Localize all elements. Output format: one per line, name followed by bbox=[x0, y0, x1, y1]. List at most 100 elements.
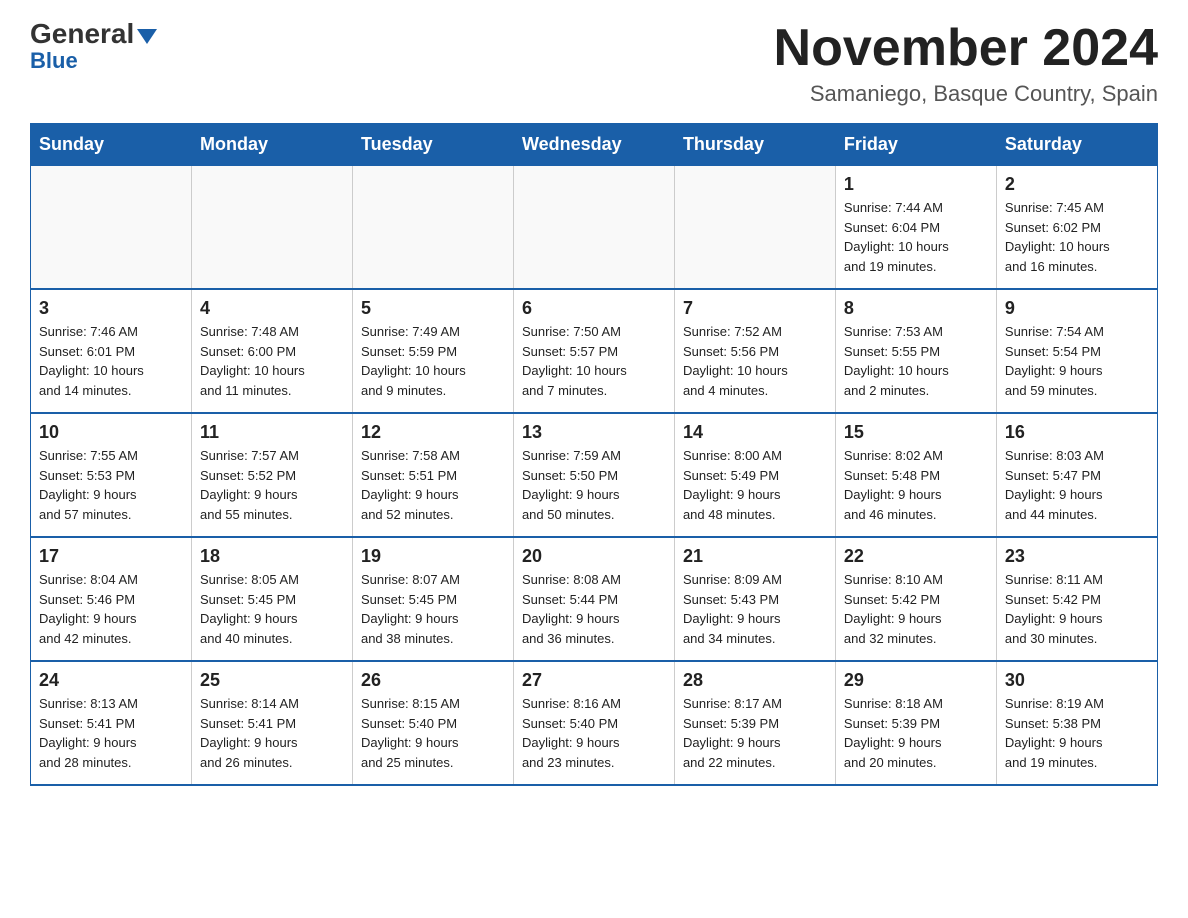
day-number: 18 bbox=[200, 546, 344, 567]
calendar-cell: 9 Sunrise: 7:54 AMSunset: 5:54 PMDaylight… bbox=[996, 289, 1157, 413]
day-info: Sunrise: 7:46 AMSunset: 6:01 PMDaylight:… bbox=[39, 322, 183, 400]
calendar-cell: 5Sunrise: 7:49 AMSunset: 5:59 PMDaylight… bbox=[352, 289, 513, 413]
calendar-cell: 17 Sunrise: 8:04 AMSunset: 5:46 PMDayligh… bbox=[31, 537, 192, 661]
day-number: 30 bbox=[1005, 670, 1149, 691]
day-info: Sunrise: 8:07 AMSunset: 5:45 PMDaylight:… bbox=[361, 570, 505, 648]
day-info: Sunrise: 7:54 AMSunset: 5:54 PMDaylight:… bbox=[1005, 322, 1149, 400]
day-number: 27 bbox=[522, 670, 666, 691]
calendar-cell: 2 Sunrise: 7:45 AMSunset: 6:02 PMDaylight… bbox=[996, 166, 1157, 290]
day-number: 26 bbox=[361, 670, 505, 691]
calendar-cell bbox=[352, 166, 513, 290]
calendar-cell: 27 Sunrise: 8:16 AMSunset: 5:40 PMDayligh… bbox=[513, 661, 674, 785]
calendar-cell bbox=[674, 166, 835, 290]
day-number: 24 bbox=[39, 670, 183, 691]
day-number: 6 bbox=[522, 298, 666, 319]
calendar-cell: 3 Sunrise: 7:46 AMSunset: 6:01 PMDaylight… bbox=[31, 289, 192, 413]
calendar-cell: 29 Sunrise: 8:18 AMSunset: 5:39 PMDayligh… bbox=[835, 661, 996, 785]
calendar-cell: 21Sunrise: 8:09 AMSunset: 5:43 PMDayligh… bbox=[674, 537, 835, 661]
day-info: Sunrise: 7:55 AMSunset: 5:53 PMDaylight:… bbox=[39, 446, 183, 524]
day-info: Sunrise: 8:19 AMSunset: 5:38 PMDaylight:… bbox=[1005, 694, 1149, 772]
calendar-week-2: 3 Sunrise: 7:46 AMSunset: 6:01 PMDaylight… bbox=[31, 289, 1158, 413]
day-number: 7 bbox=[683, 298, 827, 319]
day-number: 25 bbox=[200, 670, 344, 691]
day-number: 21 bbox=[683, 546, 827, 567]
calendar-cell: 18 Sunrise: 8:05 AMSunset: 5:45 PMDayligh… bbox=[191, 537, 352, 661]
calendar-cell: 26Sunrise: 8:15 AMSunset: 5:40 PMDayligh… bbox=[352, 661, 513, 785]
day-info: Sunrise: 7:50 AMSunset: 5:57 PMDaylight:… bbox=[522, 322, 666, 400]
day-info: Sunrise: 8:10 AMSunset: 5:42 PMDaylight:… bbox=[844, 570, 988, 648]
calendar-cell: 23 Sunrise: 8:11 AMSunset: 5:42 PMDayligh… bbox=[996, 537, 1157, 661]
day-info: Sunrise: 7:45 AMSunset: 6:02 PMDaylight:… bbox=[1005, 198, 1149, 276]
day-info: Sunrise: 8:14 AMSunset: 5:41 PMDaylight:… bbox=[200, 694, 344, 772]
day-header-friday: Friday bbox=[835, 124, 996, 166]
day-info: Sunrise: 7:52 AMSunset: 5:56 PMDaylight:… bbox=[683, 322, 827, 400]
logo-general: General bbox=[30, 20, 134, 48]
day-number: 3 bbox=[39, 298, 183, 319]
day-info: Sunrise: 8:04 AMSunset: 5:46 PMDaylight:… bbox=[39, 570, 183, 648]
day-number: 11 bbox=[200, 422, 344, 443]
day-info: Sunrise: 8:16 AMSunset: 5:40 PMDaylight:… bbox=[522, 694, 666, 772]
calendar-week-1: 1 Sunrise: 7:44 AMSunset: 6:04 PMDaylight… bbox=[31, 166, 1158, 290]
day-number: 22 bbox=[844, 546, 988, 567]
day-info: Sunrise: 7:59 AMSunset: 5:50 PMDaylight:… bbox=[522, 446, 666, 524]
calendar-body: 1 Sunrise: 7:44 AMSunset: 6:04 PMDaylight… bbox=[31, 166, 1158, 786]
day-info: Sunrise: 8:11 AMSunset: 5:42 PMDaylight:… bbox=[1005, 570, 1149, 648]
day-number: 2 bbox=[1005, 174, 1149, 195]
day-header-wednesday: Wednesday bbox=[513, 124, 674, 166]
logo-blue: Blue bbox=[30, 48, 78, 74]
title-block: November 2024 Samaniego, Basque Country,… bbox=[774, 20, 1158, 107]
logo-triangle-icon bbox=[137, 29, 157, 44]
day-info: Sunrise: 7:49 AMSunset: 5:59 PMDaylight:… bbox=[361, 322, 505, 400]
calendar-cell: 1 Sunrise: 7:44 AMSunset: 6:04 PMDaylight… bbox=[835, 166, 996, 290]
day-number: 19 bbox=[361, 546, 505, 567]
day-number: 8 bbox=[844, 298, 988, 319]
day-number: 1 bbox=[844, 174, 988, 195]
calendar-cell: 6 Sunrise: 7:50 AMSunset: 5:57 PMDaylight… bbox=[513, 289, 674, 413]
calendar-cell: 15Sunrise: 8:02 AMSunset: 5:48 PMDayligh… bbox=[835, 413, 996, 537]
day-info: Sunrise: 8:08 AMSunset: 5:44 PMDaylight:… bbox=[522, 570, 666, 648]
day-number: 4 bbox=[200, 298, 344, 319]
day-info: Sunrise: 8:17 AMSunset: 5:39 PMDaylight:… bbox=[683, 694, 827, 772]
calendar-cell: 10 Sunrise: 7:55 AMSunset: 5:53 PMDayligh… bbox=[31, 413, 192, 537]
calendar-week-5: 24Sunrise: 8:13 AMSunset: 5:41 PMDayligh… bbox=[31, 661, 1158, 785]
day-info: Sunrise: 7:57 AMSunset: 5:52 PMDaylight:… bbox=[200, 446, 344, 524]
day-header-saturday: Saturday bbox=[996, 124, 1157, 166]
day-info: Sunrise: 7:44 AMSunset: 6:04 PMDaylight:… bbox=[844, 198, 988, 276]
day-number: 12 bbox=[361, 422, 505, 443]
calendar-cell: 7 Sunrise: 7:52 AMSunset: 5:56 PMDaylight… bbox=[674, 289, 835, 413]
day-info: Sunrise: 8:03 AMSunset: 5:47 PMDaylight:… bbox=[1005, 446, 1149, 524]
day-info: Sunrise: 7:58 AMSunset: 5:51 PMDaylight:… bbox=[361, 446, 505, 524]
day-number: 23 bbox=[1005, 546, 1149, 567]
day-number: 9 bbox=[1005, 298, 1149, 319]
calendar-cell: 13Sunrise: 7:59 AMSunset: 5:50 PMDayligh… bbox=[513, 413, 674, 537]
month-title: November 2024 bbox=[774, 20, 1158, 77]
calendar-cell: 12 Sunrise: 7:58 AMSunset: 5:51 PMDayligh… bbox=[352, 413, 513, 537]
calendar-cell: 19 Sunrise: 8:07 AMSunset: 5:45 PMDayligh… bbox=[352, 537, 513, 661]
day-header-monday: Monday bbox=[191, 124, 352, 166]
day-number: 20 bbox=[522, 546, 666, 567]
day-number: 29 bbox=[844, 670, 988, 691]
day-info: Sunrise: 7:53 AMSunset: 5:55 PMDaylight:… bbox=[844, 322, 988, 400]
day-number: 16 bbox=[1005, 422, 1149, 443]
calendar-week-4: 17 Sunrise: 8:04 AMSunset: 5:46 PMDayligh… bbox=[31, 537, 1158, 661]
day-number: 10 bbox=[39, 422, 183, 443]
day-info: Sunrise: 8:02 AMSunset: 5:48 PMDaylight:… bbox=[844, 446, 988, 524]
calendar-cell: 11 Sunrise: 7:57 AMSunset: 5:52 PMDayligh… bbox=[191, 413, 352, 537]
calendar-cell: 28Sunrise: 8:17 AMSunset: 5:39 PMDayligh… bbox=[674, 661, 835, 785]
day-header-sunday: Sunday bbox=[31, 124, 192, 166]
calendar-cell bbox=[31, 166, 192, 290]
calendar-cell bbox=[191, 166, 352, 290]
calendar-cell: 30 Sunrise: 8:19 AMSunset: 5:38 PMDayligh… bbox=[996, 661, 1157, 785]
day-info: Sunrise: 7:48 AMSunset: 6:00 PMDaylight:… bbox=[200, 322, 344, 400]
day-header-row: SundayMondayTuesdayWednesdayThursdayFrid… bbox=[31, 124, 1158, 166]
location: Samaniego, Basque Country, Spain bbox=[774, 81, 1158, 107]
day-info: Sunrise: 8:18 AMSunset: 5:39 PMDaylight:… bbox=[844, 694, 988, 772]
calendar-cell: 14Sunrise: 8:00 AMSunset: 5:49 PMDayligh… bbox=[674, 413, 835, 537]
page-header: General Blue November 2024 Samaniego, Ba… bbox=[30, 20, 1158, 107]
logo: General Blue bbox=[30, 20, 157, 74]
calendar-cell: 24Sunrise: 8:13 AMSunset: 5:41 PMDayligh… bbox=[31, 661, 192, 785]
calendar: SundayMondayTuesdayWednesdayThursdayFrid… bbox=[30, 123, 1158, 786]
calendar-cell: 16 Sunrise: 8:03 AMSunset: 5:47 PMDayligh… bbox=[996, 413, 1157, 537]
day-info: Sunrise: 8:05 AMSunset: 5:45 PMDaylight:… bbox=[200, 570, 344, 648]
day-number: 17 bbox=[39, 546, 183, 567]
